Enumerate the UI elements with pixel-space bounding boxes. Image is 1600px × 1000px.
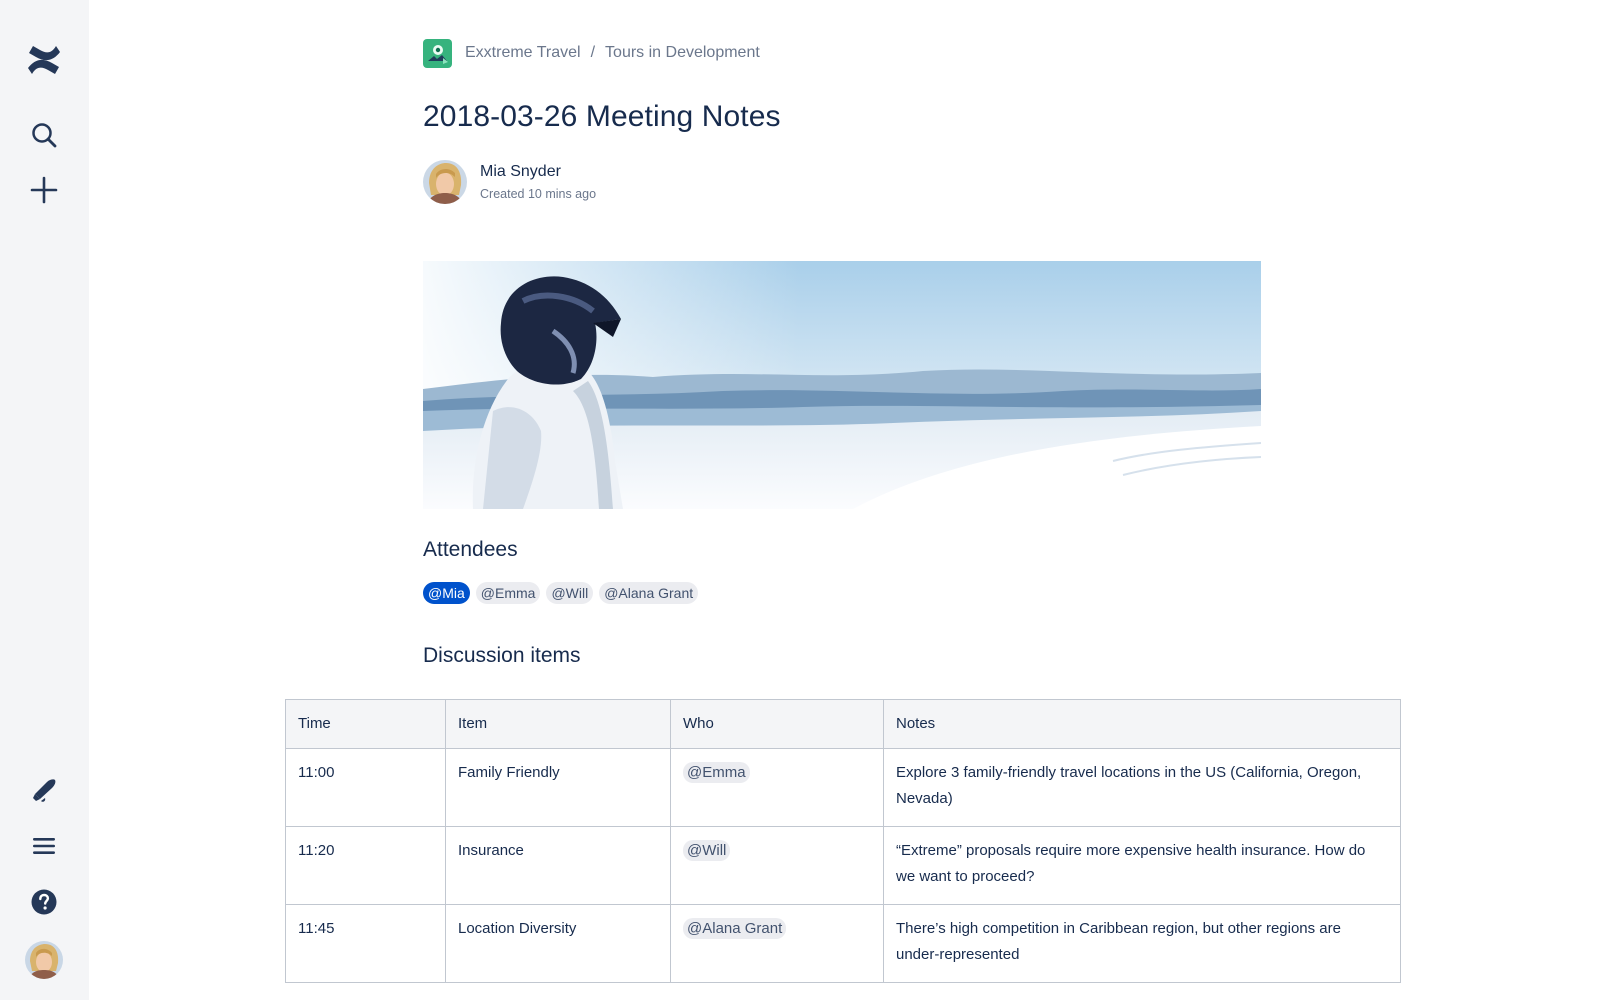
mention-will[interactable]: @Will — [546, 582, 594, 604]
discussion-heading: Discussion items — [423, 644, 581, 667]
table-row: 11:45 Location Diversity @Alana Grant Th… — [285, 904, 1401, 983]
created-timestamp: Created 10 mins ago — [480, 187, 597, 201]
page-title: 2018-03-26 Meeting Notes — [423, 100, 781, 133]
table-row: 11:20 Insurance @Will “Extreme” proposal… — [285, 826, 1401, 905]
header-image — [423, 261, 1261, 509]
create-icon[interactable] — [24, 170, 64, 210]
breadcrumb: Exxtreme Travel / Tours in Development — [423, 38, 760, 68]
mention-emma[interactable]: @Emma — [683, 762, 750, 783]
cell-who: @Alana Grant — [670, 904, 884, 983]
cell-item: Insurance — [445, 826, 671, 905]
cell-who: @Will — [670, 826, 884, 905]
space-icon[interactable] — [423, 38, 452, 68]
breadcrumb-parent-link[interactable]: Tours in Development — [605, 44, 760, 62]
cell-notes: Explore 3 family-friendly travel locatio… — [883, 748, 1401, 827]
confluence-logo-icon[interactable] — [24, 40, 64, 80]
page-content: Exxtreme Travel / Tours in Development 2… — [89, 0, 1600, 1000]
attendees-list: @Mia @Emma @Will @Alana Grant — [423, 582, 699, 604]
mention-alana-grant[interactable]: @Alana Grant — [683, 918, 787, 939]
page-byline: Mia Snyder Created 10 mins ago — [423, 160, 596, 204]
table-header-row: Time Item Who Notes — [285, 699, 1401, 749]
column-header-who: Who — [670, 699, 884, 749]
author-name[interactable]: Mia Snyder — [480, 163, 596, 181]
mention-emma[interactable]: @Emma — [475, 582, 541, 604]
discussion-table: Time Item Who Notes 11:00 Family Friendl… — [285, 699, 1401, 983]
notifications-icon[interactable] — [24, 770, 64, 810]
column-header-time: Time — [285, 699, 446, 749]
table-row: 11:00 Family Friendly @Emma Explore 3 fa… — [285, 748, 1401, 827]
cell-item: Location Diversity — [445, 904, 671, 983]
profile-avatar[interactable] — [25, 941, 63, 979]
cell-notes: “Extreme” proposals require more expensi… — [883, 826, 1401, 905]
breadcrumb-space-link[interactable]: Exxtreme Travel — [465, 44, 581, 62]
mention-alana-grant[interactable]: @Alana Grant — [599, 582, 699, 604]
cell-notes: There’s high competition in Caribbean re… — [883, 904, 1401, 983]
breadcrumb-separator: / — [590, 44, 596, 61]
menu-icon[interactable] — [24, 826, 64, 866]
mention-mia[interactable]: @Mia — [423, 582, 470, 604]
column-header-item: Item — [445, 699, 671, 749]
cell-time: 11:20 — [285, 826, 446, 905]
author-avatar[interactable] — [423, 160, 467, 204]
help-icon[interactable] — [24, 882, 64, 922]
cell-time: 11:45 — [285, 904, 446, 983]
cell-who: @Emma — [670, 748, 884, 827]
search-icon[interactable] — [24, 115, 64, 155]
column-header-notes: Notes — [883, 699, 1401, 749]
cell-time: 11:00 — [285, 748, 446, 827]
mention-will[interactable]: @Will — [683, 840, 731, 861]
global-sidebar — [0, 0, 89, 1000]
author-info: Mia Snyder Created 10 mins ago — [480, 160, 596, 201]
cell-item: Family Friendly — [445, 748, 671, 827]
attendees-heading: Attendees — [423, 538, 518, 561]
